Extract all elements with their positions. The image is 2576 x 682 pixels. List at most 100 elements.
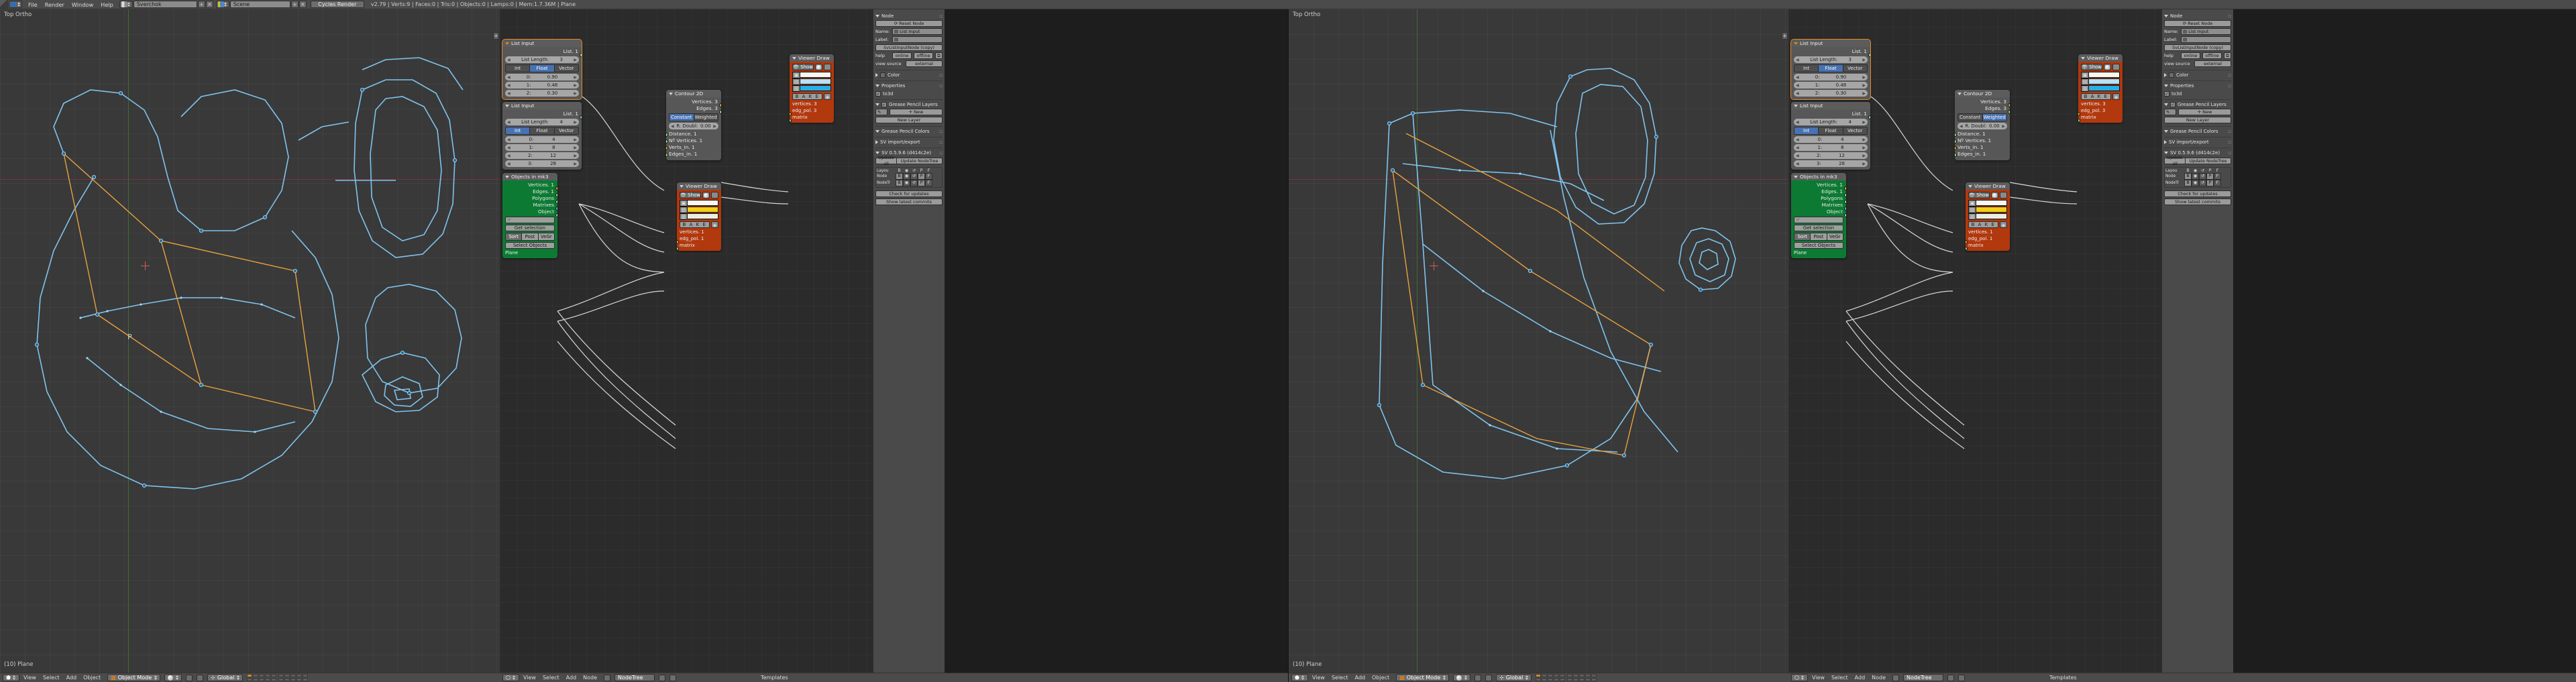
- decrement-icon[interactable]: ◀: [1796, 137, 1799, 142]
- node-label-input[interactable]: ▤: [892, 36, 943, 43]
- footer-menu-select[interactable]: Select: [543, 675, 559, 681]
- node-header[interactable]: Viewer Draw: [1966, 182, 2010, 190]
- show-toggle-row[interactable]: 👁 Show: [2081, 64, 2120, 70]
- output-socket-edges[interactable]: [2008, 110, 2010, 114]
- increment-icon[interactable]: ▶: [574, 91, 577, 96]
- select-objects-button[interactable]: Select Objects: [505, 242, 555, 249]
- color-row-vertices[interactable]: ▣: [2081, 72, 2120, 78]
- to3d-row[interactable]: ✓ to3d: [875, 91, 943, 97]
- get-selection-button[interactable]: Get selection: [1794, 225, 1843, 231]
- collapse-triangle-icon[interactable]: [875, 152, 879, 154]
- color-swatch-faces[interactable]: [800, 85, 831, 91]
- screen-layout-icon-button[interactable]: [119, 1, 133, 8]
- node-contour-2d[interactable]: Contour 2D Vertices. 3 Edges. 3 Constant…: [666, 90, 721, 160]
- layer-cell[interactable]: [284, 674, 290, 677]
- matrix-row-node[interactable]: Node B ◉ ↺ P F: [2165, 173, 2230, 180]
- increment-icon[interactable]: ▶: [574, 146, 577, 150]
- layer-cell[interactable]: [247, 674, 253, 677]
- menu-window[interactable]: Window: [72, 1, 93, 8]
- cell-b[interactable]: B: [896, 180, 903, 186]
- add-layout-button[interactable]: +: [197, 1, 205, 8]
- collapse-triangle-icon[interactable]: [875, 103, 879, 106]
- eye-icon[interactable]: ◉: [2192, 180, 2199, 186]
- transform-icon-button[interactable]: ◈: [711, 221, 718, 228]
- layer-cell[interactable]: [303, 674, 309, 677]
- color-section-header[interactable]: Color ::::: [875, 72, 943, 78]
- grease-pencil-layers-header[interactable]: ✓ Grease Pencil Layers: [875, 102, 943, 107]
- mode-vector[interactable]: Vector: [554, 127, 578, 134]
- scene-layers[interactable]: [247, 674, 309, 681]
- list-length-field[interactable]: ◀ List Length: 4 ▶: [505, 119, 579, 125]
- increment-icon[interactable]: ▶: [574, 83, 577, 88]
- decrement-icon[interactable]: ◀: [1796, 162, 1799, 166]
- output-socket-list[interactable]: [1868, 115, 1870, 119]
- node-list-input-1[interactable]: List Input List. 1 ◀ List Length: 3 ▶ In…: [1790, 39, 1871, 100]
- add-scene-button[interactable]: +: [290, 1, 299, 8]
- value-field-2[interactable]: ◀ 2: 12 ▶: [1794, 152, 1868, 159]
- layer-cell[interactable]: [1542, 674, 1548, 677]
- nodetree-select[interactable]: NodeTree: [614, 674, 655, 681]
- update-all-button[interactable]: Update all: [875, 155, 897, 166]
- screen-layout-field[interactable]: Sverchok: [133, 1, 197, 8]
- delete-scene-button[interactable]: ✕: [299, 1, 307, 8]
- interaction-mode-select[interactable]: ▩ Object Mode: [107, 674, 161, 681]
- color-row-edges[interactable]: ▤: [2081, 78, 2120, 85]
- output-socket-edges[interactable]: [719, 110, 721, 114]
- increment-icon[interactable]: ▶: [1862, 137, 1866, 142]
- layer-cell[interactable]: [1591, 674, 1597, 677]
- layer-cell[interactable]: [1560, 674, 1566, 677]
- viewport-3d-left[interactable]: Top Ortho (10) Plane + P: [0, 9, 500, 673]
- editor-type-button[interactable]: ⬟: [3, 674, 19, 681]
- color-row-vertices[interactable]: ▣: [792, 72, 831, 78]
- collapse-triangle-icon[interactable]: [1794, 104, 1798, 107]
- refresh-icon[interactable]: ↺: [2199, 173, 2206, 180]
- node-header[interactable]: List Input: [502, 40, 582, 47]
- view-source-external-button[interactable]: external: [906, 60, 943, 67]
- layer-cell[interactable]: [253, 678, 259, 681]
- increment-icon[interactable]: ▶: [1862, 83, 1866, 88]
- help-online-button[interactable]: online: [2181, 52, 2200, 59]
- shading-button[interactable]: [815, 64, 822, 70]
- extra-toggle-button[interactable]: [711, 192, 718, 198]
- color-swatch-edges[interactable]: [2088, 78, 2120, 84]
- mode-vegr[interactable]: VeGr: [1827, 233, 1843, 240]
- cell-f[interactable]: F: [2214, 173, 2221, 180]
- value-field-3[interactable]: ◀ 3: 28 ▶: [505, 160, 579, 167]
- decrement-icon[interactable]: ◀: [507, 120, 511, 125]
- sv-import-export-header[interactable]: SV import/export ::::: [2164, 139, 2232, 145]
- color-row-faces[interactable]: ▥: [1968, 213, 2007, 220]
- show-toggle-row[interactable]: 👁 Show: [680, 192, 718, 198]
- templates-menu[interactable]: Templates: [761, 675, 788, 681]
- layer-cell[interactable]: [1567, 674, 1573, 677]
- layer-group-1[interactable]: [1536, 674, 1566, 681]
- type-mode-selector[interactable]: Int Float Vector: [1794, 64, 1868, 72]
- extra-toggle-button[interactable]: [824, 64, 831, 70]
- layer-cell[interactable]: [1573, 678, 1579, 681]
- increment-icon[interactable]: ▶: [1862, 91, 1866, 96]
- increment-icon[interactable]: ▶: [574, 58, 577, 62]
- footer-menu-view[interactable]: View: [23, 675, 36, 681]
- layer-cell[interactable]: [1554, 674, 1560, 677]
- mode-int[interactable]: Int: [1794, 65, 1819, 72]
- node-header[interactable]: List Input: [1791, 40, 1870, 47]
- menu-file[interactable]: File: [28, 1, 38, 8]
- new-button[interactable]: ✛ New: [890, 109, 943, 115]
- layer-cell[interactable]: [278, 678, 284, 681]
- remove-doubles-field[interactable]: ◀ R. Doubl: 0.00 ▶: [669, 123, 718, 129]
- layer-cell[interactable]: [1585, 678, 1591, 681]
- color-row-edges[interactable]: ▤: [680, 207, 718, 213]
- cell-p[interactable]: P: [918, 180, 925, 186]
- new-layer-button[interactable]: New Layer: [875, 117, 943, 123]
- footer-menu-add[interactable]: Add: [566, 675, 577, 681]
- mode-selector[interactable]: Constant Weighted: [669, 113, 718, 121]
- menu-render[interactable]: Render: [45, 1, 64, 8]
- layer-cell[interactable]: [1567, 678, 1573, 681]
- value-field-3[interactable]: ◀ 3: 28 ▶: [1794, 160, 1868, 167]
- node-viewer-draw-1[interactable]: Viewer Draw 👁 Show ▣ ▤ ▥ B A K E ◈ verti…: [2078, 54, 2123, 123]
- check-for-updates-button[interactable]: Check for updates: [2164, 190, 2231, 197]
- type-mode-selector[interactable]: Int Float Vector: [505, 127, 579, 135]
- increment-icon[interactable]: ▶: [713, 124, 716, 129]
- node-editor-left[interactable]: List Input List. 1 ◀ List Length: 3 ▶ In…: [500, 9, 873, 673]
- footer-menu-view[interactable]: View: [523, 675, 536, 681]
- color-swatch-edges[interactable]: [687, 207, 718, 213]
